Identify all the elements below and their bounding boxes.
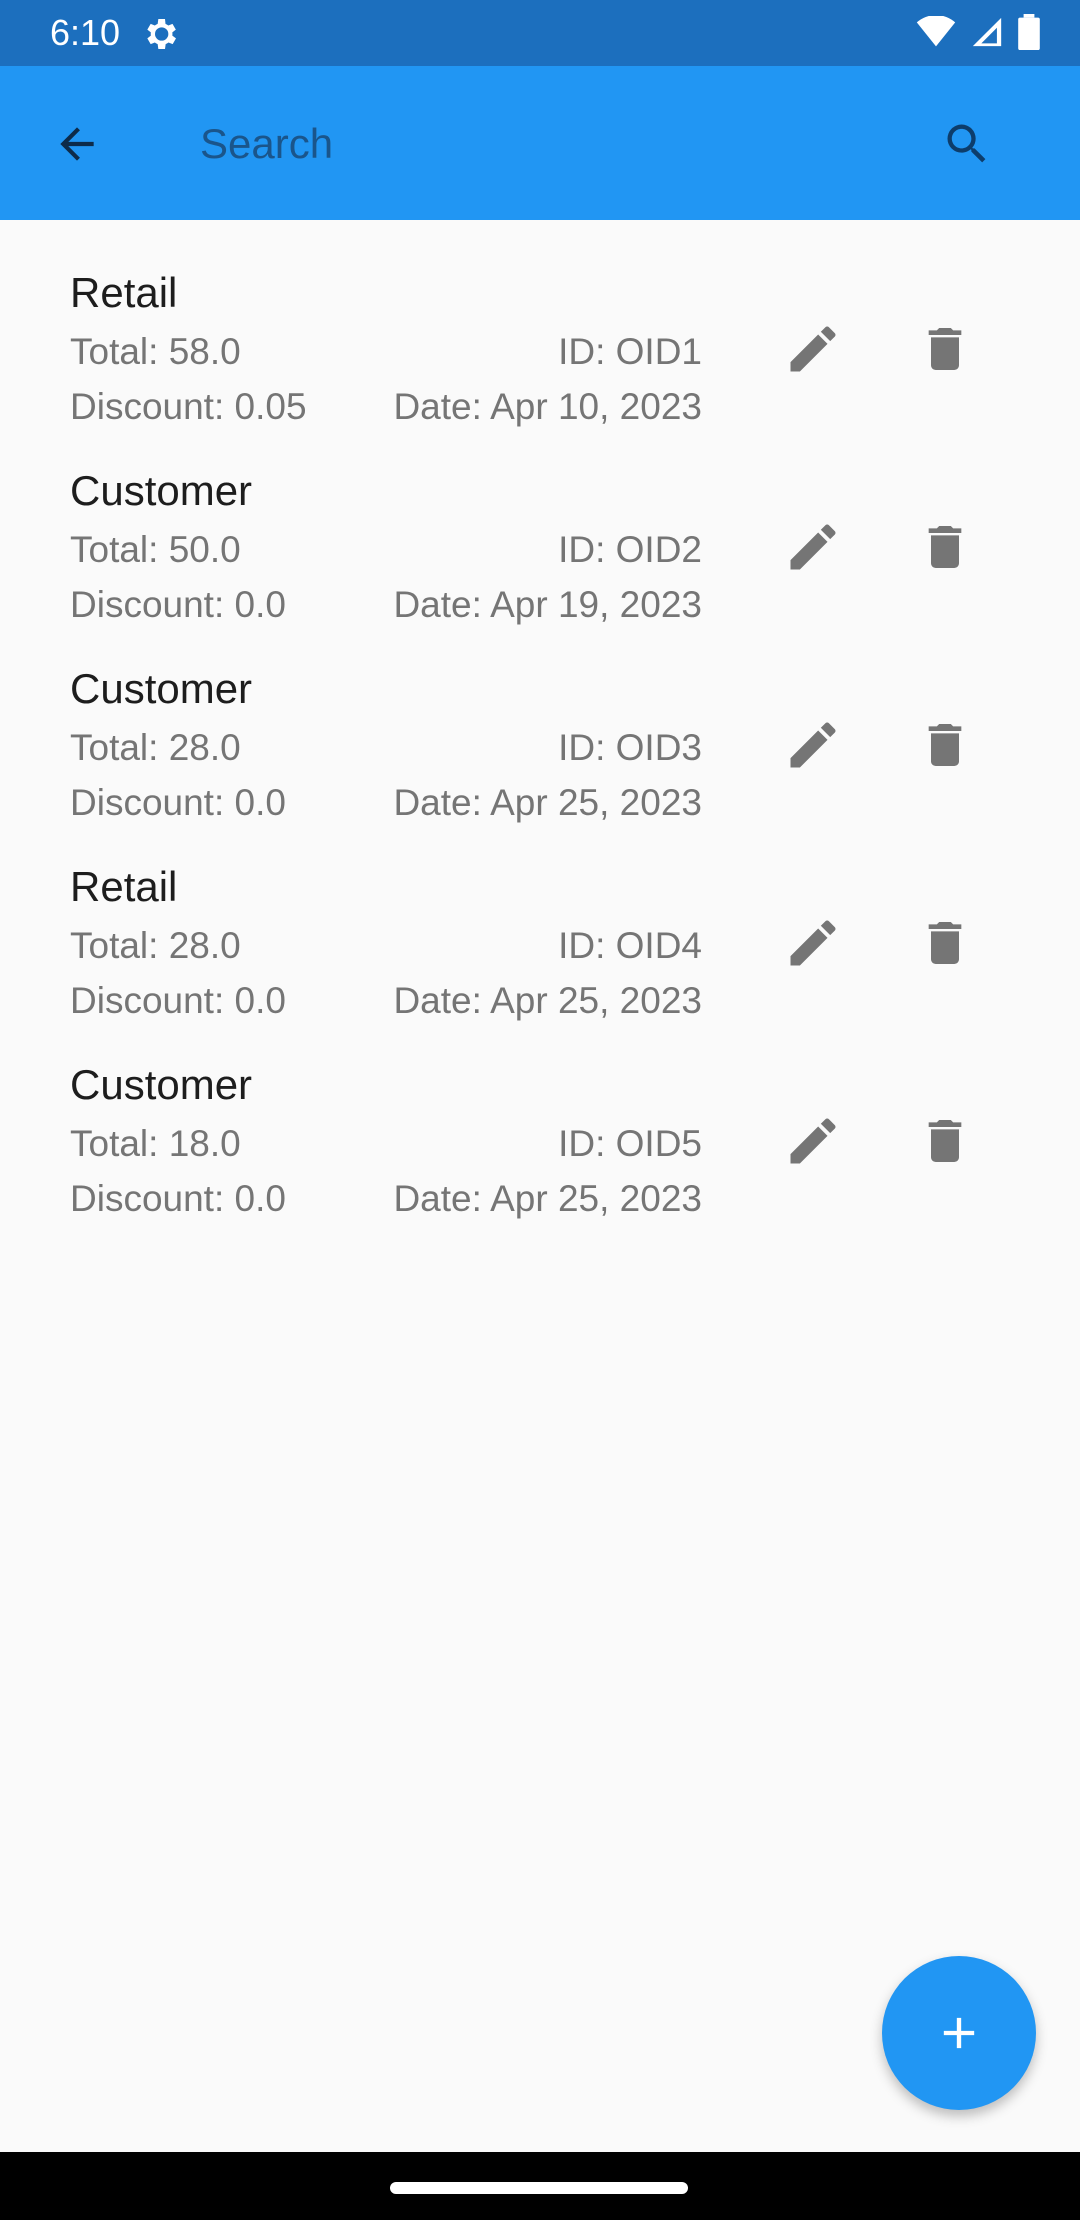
order-id: ID: OID1	[558, 331, 702, 372]
delete-button[interactable]	[912, 514, 978, 580]
home-gesture-handle[interactable]	[390, 2182, 688, 2194]
order-list: Retail Total: 58.0 Discount: 0.05 ID: OI…	[0, 220, 1080, 1219]
pencil-icon	[790, 524, 836, 570]
order-id: ID: OID3	[558, 727, 702, 768]
trash-icon	[928, 724, 962, 766]
delete-button[interactable]	[912, 316, 978, 382]
order-row[interactable]: Retail Total: 58.0 Discount: 0.05 ID: OI…	[0, 220, 1080, 427]
pencil-icon	[790, 920, 836, 966]
search-input[interactable]	[200, 106, 860, 182]
status-bar: 6:10	[0, 0, 1080, 66]
add-order-button[interactable]	[882, 1956, 1036, 2110]
delete-button[interactable]	[912, 1108, 978, 1174]
edit-button[interactable]	[780, 1108, 846, 1174]
delete-button[interactable]	[912, 712, 978, 778]
order-discount: Discount: 0.0	[70, 1178, 286, 1219]
edit-button[interactable]	[780, 316, 846, 382]
order-total: Total: 28.0	[70, 925, 241, 966]
wifi-icon	[916, 16, 956, 47]
delete-button[interactable]	[912, 910, 978, 976]
app-bar	[0, 66, 1080, 220]
order-row[interactable]: Customer Total: 28.0 Discount: 0.0 ID: O…	[0, 616, 1080, 823]
trash-icon	[928, 922, 962, 964]
trash-icon	[928, 1120, 962, 1162]
back-button[interactable]	[40, 112, 114, 176]
plus-icon	[943, 2017, 975, 2049]
search-icon	[947, 124, 986, 163]
battery-icon	[1018, 14, 1040, 50]
pencil-icon	[790, 722, 836, 768]
status-time: 6:10	[50, 12, 121, 53]
search-button[interactable]	[930, 112, 1004, 176]
order-total: Total: 58.0	[70, 331, 241, 372]
order-total: Total: 28.0	[70, 727, 241, 768]
edit-button[interactable]	[780, 910, 846, 976]
pencil-icon	[790, 326, 836, 372]
arrow-back-icon	[60, 127, 94, 161]
order-id: ID: OID5	[558, 1123, 702, 1164]
order-id: ID: OID4	[558, 925, 702, 966]
trash-icon	[928, 328, 962, 370]
signal-icon	[972, 17, 1002, 47]
order-type: Customer	[70, 467, 253, 514]
order-type: Retail	[70, 863, 178, 910]
order-date: Date: Apr 25, 2023	[393, 1178, 702, 1219]
order-id: ID: OID2	[558, 529, 702, 570]
order-total: Total: 50.0	[70, 529, 241, 570]
trash-icon	[928, 526, 962, 568]
edit-button[interactable]	[780, 712, 846, 778]
order-row[interactable]: Customer Total: 18.0 Discount: 0.0 ID: O…	[0, 1012, 1080, 1219]
order-type: Retail	[70, 269, 178, 316]
order-row[interactable]: Retail Total: 28.0 Discount: 0.0 ID: OID…	[0, 814, 1080, 1021]
order-type: Customer	[70, 665, 253, 712]
settings-gear-icon	[147, 19, 176, 49]
status-indicators	[916, 14, 1040, 50]
edit-button[interactable]	[780, 514, 846, 580]
order-row[interactable]: Customer Total: 50.0 Discount: 0.0 ID: O…	[0, 418, 1080, 625]
order-total: Total: 18.0	[70, 1123, 241, 1164]
order-type: Customer	[70, 1061, 253, 1108]
pencil-icon	[790, 1118, 836, 1164]
